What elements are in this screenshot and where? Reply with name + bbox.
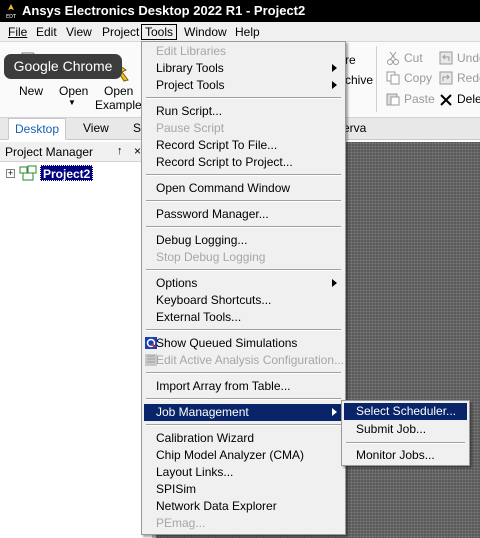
menu-item-network-data-explorer[interactable]: Network Data Explorer	[144, 498, 343, 515]
undo-button[interactable]: Undo	[457, 51, 480, 65]
submenu-arrow-icon	[332, 279, 337, 287]
menu-bar: File Edit View Project Tools Window Help	[0, 22, 480, 42]
menu-item-stop-debug-logging[interactable]: Stop Debug Logging	[144, 249, 343, 266]
menu-item-open-command-window[interactable]: Open Command Window	[144, 180, 343, 197]
menu-item-external-tools[interactable]: External Tools...	[144, 309, 343, 326]
submenu-arrow-icon	[332, 64, 337, 72]
archive-button-partial[interactable]: chive	[345, 73, 373, 87]
title-bar: EDT Ansys Electronics Desktop 2022 R1 - …	[0, 0, 480, 22]
tab-desktop[interactable]: Desktop	[8, 118, 67, 140]
menu-item-run-script[interactable]: Run Script...	[144, 103, 343, 120]
menu-file[interactable]: File	[5, 24, 30, 40]
menu-separator	[146, 174, 341, 176]
menu-item-chip-model-analyzer[interactable]: Chip Model Analyzer (CMA)	[144, 447, 343, 464]
menu-separator	[146, 329, 341, 331]
tree-item-project2[interactable]: Project2	[40, 165, 94, 181]
menu-window[interactable]: Window	[181, 24, 230, 40]
menu-item-project-tools[interactable]: Project Tools	[144, 77, 343, 94]
open-examples-line2[interactable]: Examples	[95, 98, 148, 112]
window-title: Ansys Electronics Desktop 2022 R1 - Proj…	[22, 3, 306, 18]
menu-project[interactable]: Project	[99, 24, 142, 40]
copy-icon	[386, 71, 400, 85]
edt-logo-caption: EDT	[6, 14, 17, 20]
menu-item-debug-logging[interactable]: Debug Logging...	[144, 232, 343, 249]
menu-item-record-script-to-project[interactable]: Record Script to Project...	[144, 154, 343, 171]
submenu-arrow-icon	[332, 408, 337, 416]
undo-icon	[439, 51, 453, 65]
menu-item-calibration-wizard[interactable]: Calibration Wizard	[144, 430, 343, 447]
save-button-partial[interactable]: re	[345, 53, 356, 67]
paste-button[interactable]: Paste	[404, 92, 435, 106]
new-button[interactable]: New	[19, 84, 43, 98]
menu-separator	[146, 200, 341, 202]
cut-button[interactable]: Cut	[404, 51, 423, 65]
menu-separator	[146, 226, 341, 228]
project-manager-header: Project Manager ↑ ×	[0, 142, 152, 162]
ribbon-separator	[376, 46, 377, 112]
edt-logo-icon: EDT	[3, 2, 19, 20]
menu-item-import-array-from-table[interactable]: Import Array from Table...	[144, 378, 343, 395]
tools-menu: Edit Libraries Library Tools Project Too…	[141, 41, 346, 535]
open-button[interactable]: Open	[59, 84, 88, 98]
redo-button[interactable]: Redo	[457, 71, 480, 85]
menu-item-pause-script[interactable]: Pause Script	[144, 120, 343, 137]
menu-item-record-script-to-file[interactable]: Record Script To File...	[144, 137, 343, 154]
expand-icon[interactable]: +	[6, 169, 15, 178]
delete-icon	[440, 94, 452, 106]
menu-item-pemag[interactable]: PEmag...	[144, 515, 343, 532]
google-chrome-tooltip: Google Chrome	[4, 54, 122, 79]
menu-separator	[146, 398, 341, 400]
menu-separator	[146, 424, 341, 426]
menu-item-edit-libraries[interactable]: Edit Libraries	[144, 43, 343, 60]
submenu-arrow-icon	[332, 81, 337, 89]
project-icon	[19, 165, 37, 181]
tab-view[interactable]: View	[77, 118, 115, 140]
menu-item-monitor-jobs[interactable]: Monitor Jobs...	[344, 447, 467, 464]
menu-item-spisim[interactable]: SPISim	[144, 481, 343, 498]
menu-item-show-queued-simulations[interactable]: Show Queued Simulations	[144, 335, 343, 352]
redo-icon	[439, 71, 453, 85]
menu-edit[interactable]: Edit	[33, 24, 60, 40]
project-tree: + Project2	[0, 162, 152, 538]
menu-separator	[146, 269, 341, 271]
menu-item-select-scheduler[interactable]: Select Scheduler...	[344, 403, 467, 420]
open-examples-line1[interactable]: Open	[104, 84, 133, 98]
menu-separator	[146, 372, 341, 374]
copy-button[interactable]: Copy	[404, 71, 432, 85]
close-icon[interactable]: ×	[134, 144, 141, 158]
menu-view[interactable]: View	[63, 24, 95, 40]
menu-separator	[146, 97, 341, 99]
menu-item-library-tools[interactable]: Library Tools	[144, 60, 343, 77]
menu-item-keyboard-shortcuts[interactable]: Keyboard Shortcuts...	[144, 292, 343, 309]
menu-item-submit-job[interactable]: Submit Job...	[344, 421, 467, 438]
job-management-submenu: Select Scheduler... Submit Job... Monito…	[341, 400, 470, 466]
menu-tools[interactable]: Tools	[141, 24, 178, 40]
paste-icon	[386, 93, 400, 106]
menu-help[interactable]: Help	[232, 24, 263, 40]
menu-separator	[346, 442, 465, 444]
menu-item-options[interactable]: Options	[144, 275, 343, 292]
open-dropdown-icon[interactable]: ▼	[68, 98, 76, 107]
project-manager-title: Project Manager	[5, 145, 94, 159]
menu-item-layout-links[interactable]: Layout Links...	[144, 464, 343, 481]
delete-button[interactable]: Delet	[457, 92, 480, 106]
pin-icon[interactable]: ↑	[117, 145, 123, 157]
menu-item-edit-active-analysis-configuration[interactable]: Edit Active Analysis Configuration...	[144, 352, 344, 369]
cut-icon	[387, 51, 399, 65]
menu-item-password-manager[interactable]: Password Manager...	[144, 206, 343, 223]
menu-item-job-management[interactable]: Job Management	[144, 404, 343, 421]
